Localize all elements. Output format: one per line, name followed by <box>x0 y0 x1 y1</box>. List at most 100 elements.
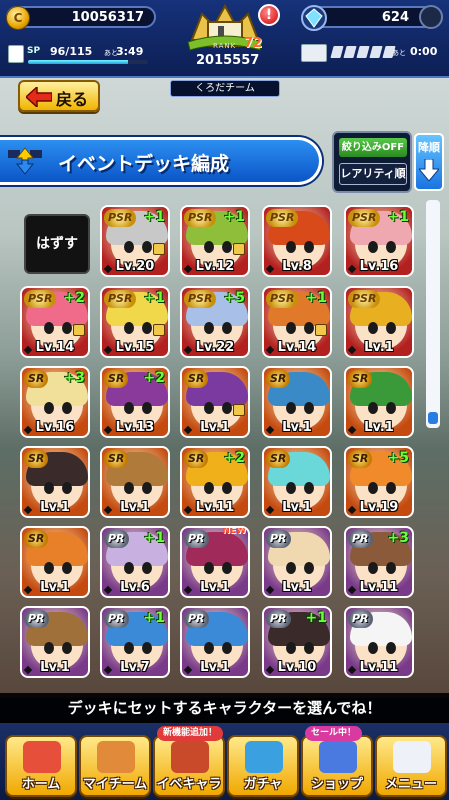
character-eye <box>204 562 214 574</box>
character-card[interactable]: PR +1 Lv.6 <box>100 526 170 598</box>
character-eye <box>368 241 378 253</box>
character-card[interactable]: PR +1 Lv.10 <box>262 606 332 678</box>
character-card[interactable]: PSR +1 Lv.14 <box>262 286 332 358</box>
character-card[interactable]: PSR +1 Lv.20 <box>100 205 170 277</box>
rarity-badge: SR <box>348 450 373 468</box>
nav-item[interactable]: マイチーム <box>79 735 151 797</box>
character-card[interactable]: PSR +5 Lv.22 <box>180 286 250 358</box>
back-arrow-icon <box>26 87 52 107</box>
character-card[interactable]: PR +1 Lv.7 <box>100 606 170 678</box>
character-eye <box>286 482 296 494</box>
character-eye <box>124 642 134 654</box>
back-label: 戻る <box>56 90 89 109</box>
character-card[interactable]: SR +3 Lv.16 <box>20 366 90 438</box>
alert-icon[interactable]: ! <box>258 4 280 26</box>
nav-icon <box>23 741 61 773</box>
character-card[interactable]: PR Lv.1 <box>262 526 332 598</box>
screen: C 10056317 ! RANK 72 2015557 624 SP 96/1… <box>0 0 449 800</box>
character-eye <box>368 482 378 494</box>
scrollbar-thumb[interactable] <box>428 412 438 424</box>
card-level: Lv.14 <box>35 340 75 355</box>
character-card[interactable]: PR Lv.11 <box>344 606 414 678</box>
card-level: Lv.1 <box>200 660 230 675</box>
ticket-gauge <box>330 46 396 58</box>
limit-break-count: +2 <box>223 450 245 466</box>
rarity-badge: SR <box>24 530 49 548</box>
character-eye <box>142 642 152 654</box>
rarity-badge: PR <box>266 530 291 548</box>
character-card[interactable]: PSR +2 Lv.14 <box>20 286 90 358</box>
rarity-badge: PSR <box>24 290 57 308</box>
character-card[interactable]: PSR Lv.1 <box>344 286 414 358</box>
nav-icon <box>393 741 431 773</box>
character-eye <box>304 322 314 334</box>
character-card[interactable]: PSR +1 Lv.12 <box>180 205 250 277</box>
ticket-timer: 0:00 <box>410 45 438 58</box>
gem-shop-icon[interactable] <box>419 5 443 29</box>
character-eye <box>386 402 396 414</box>
page-title-bar: イベントデッキ編成 <box>0 137 322 185</box>
card-level: Lv.10 <box>277 660 317 675</box>
character-eye <box>62 402 72 414</box>
character-card[interactable]: PR NEW Lv.1 <box>180 526 250 598</box>
character-card[interactable]: PSR +1 Lv.15 <box>100 286 170 358</box>
filter-panel: 絞り込みOFF レアリティ順 <box>332 131 412 193</box>
character-card[interactable]: SR Lv.1 <box>20 446 90 518</box>
card-level: Lv.22 <box>195 340 235 355</box>
character-card[interactable]: SR Lv.1 <box>20 526 90 598</box>
character-eye <box>286 562 296 574</box>
sort-order-button[interactable]: 降順 <box>414 133 444 191</box>
arrow-down-icon <box>419 159 439 181</box>
character-card[interactable]: SR Lv.1 <box>100 446 170 518</box>
rarity-badge: SR <box>266 370 291 388</box>
character-eye <box>204 241 214 253</box>
character-eye <box>368 642 378 654</box>
character-eye <box>286 402 296 414</box>
filter-toggle-button[interactable]: 絞り込みOFF <box>339 138 407 157</box>
character-card[interactable]: SR +5 Lv.19 <box>344 446 414 518</box>
coin-counter[interactable]: C 10056317 <box>6 6 156 30</box>
sp-bar-fill <box>28 60 129 64</box>
sp-bar <box>28 60 148 64</box>
limit-break-count: +3 <box>63 370 85 386</box>
nav-item[interactable]: イベキャラ <box>153 735 225 797</box>
character-card[interactable]: SR Lv.1 <box>262 366 332 438</box>
nav-item[interactable]: ガチャ <box>227 735 299 797</box>
character-eye <box>44 642 54 654</box>
character-eye <box>304 402 314 414</box>
character-card[interactable]: PSR Lv.8 <box>262 205 332 277</box>
character-card[interactable]: SR +2 Lv.13 <box>100 366 170 438</box>
character-card[interactable]: PR Lv.1 <box>180 606 250 678</box>
character-card[interactable]: PSR +1 Lv.16 <box>344 205 414 277</box>
character-eye <box>124 562 134 574</box>
remove-button[interactable]: はずす <box>24 214 90 274</box>
character-card[interactable]: SR Lv.1 <box>180 366 250 438</box>
card-level: Lv.7 <box>120 660 150 675</box>
character-card[interactable]: PR +3 Lv.11 <box>344 526 414 598</box>
nav-item[interactable]: メニュー <box>375 735 447 797</box>
character-card[interactable]: PR Lv.1 <box>20 606 90 678</box>
gem-counter[interactable]: 624 <box>301 5 443 31</box>
rarity-badge: PR <box>348 530 373 548</box>
rarity-badge: PSR <box>266 290 299 308</box>
character-card[interactable]: SR Lv.1 <box>344 366 414 438</box>
instruction-message: デッキにセットするキャラクターを選んでね！ <box>0 693 449 723</box>
character-card[interactable]: SR +2 Lv.11 <box>180 446 250 518</box>
back-button[interactable]: 戻る <box>18 80 100 112</box>
character-card[interactable]: SR Lv.1 <box>262 446 332 518</box>
nav-item[interactable]: ショップ <box>301 735 373 797</box>
lock-icon <box>233 404 245 416</box>
card-level: Lv.8 <box>282 259 312 274</box>
ticket-remaining-label: あと <box>392 49 406 57</box>
nav-icon <box>245 741 283 773</box>
card-level: Lv.1 <box>40 500 70 515</box>
nav-item[interactable]: ホーム <box>5 735 77 797</box>
nav-badge: セール中！ <box>305 726 363 741</box>
limit-break-count: +1 <box>143 530 165 546</box>
lock-icon <box>153 243 165 255</box>
character-eye <box>368 402 378 414</box>
rarity-badge: PSR <box>348 290 381 308</box>
card-level: Lv.14 <box>277 340 317 355</box>
scrollbar-track[interactable] <box>426 200 440 428</box>
rarity-sort-button[interactable]: レアリティ順 <box>339 163 407 185</box>
